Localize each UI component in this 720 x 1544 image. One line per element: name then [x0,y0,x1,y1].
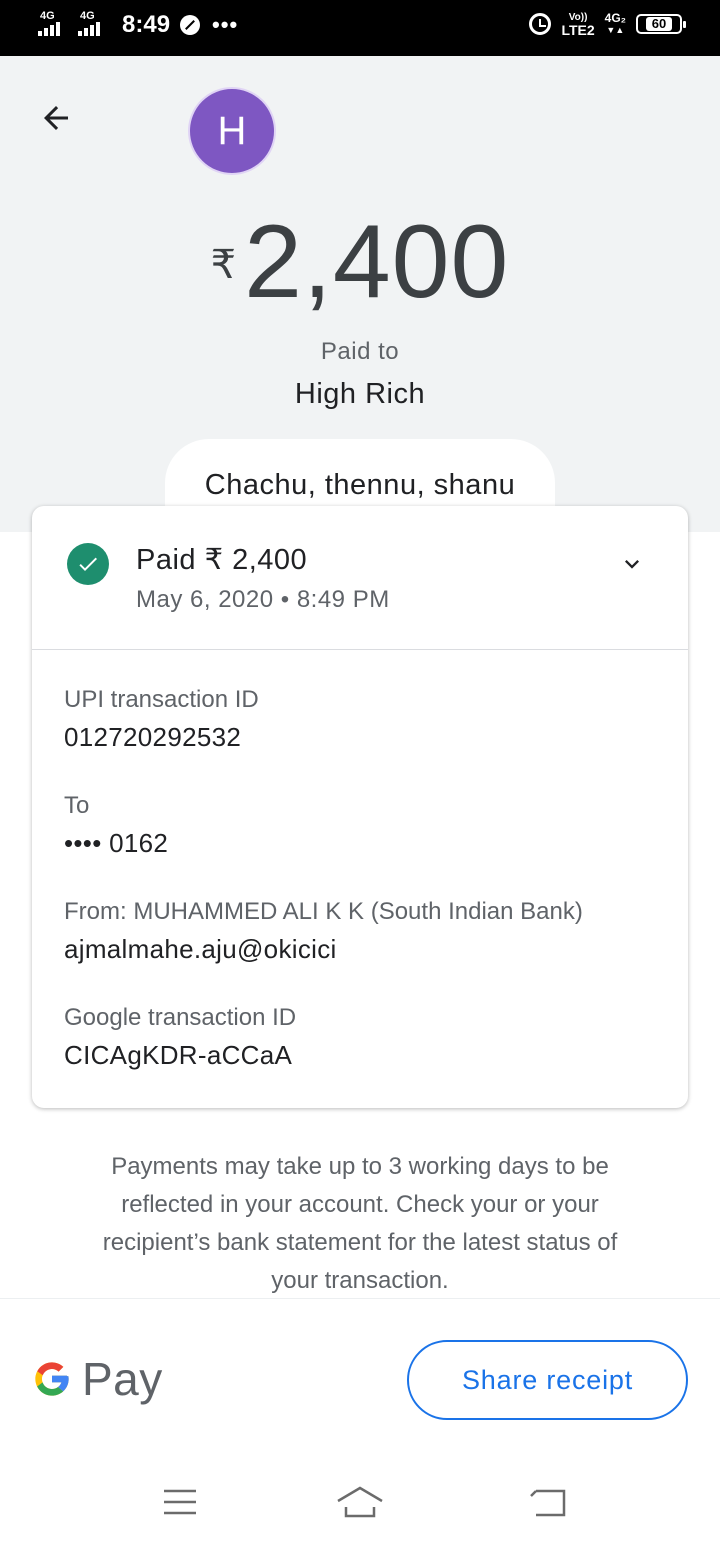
field-label: Google transaction ID [64,1004,297,1031]
field-value[interactable]: 012720292532 [64,722,259,752]
back-button[interactable] [30,92,82,144]
to-account: To •••• 0162 [64,792,168,858]
amount-value: 2,400 [244,204,510,320]
check-circle-icon [67,543,109,585]
upi-transaction-id: UPI transaction ID 012720292532 [64,686,259,752]
menu-icon[interactable] [154,1480,206,1524]
signal-sim1-icon: 4G [38,10,72,40]
currency-symbol: ₹ [210,243,237,287]
transaction-details-card: Paid ₹ 2,400 May 6, 2020 • 8:49 PM UPI t… [32,506,688,1108]
disclaimer-text: Payments may take up to 3 working days t… [102,1153,618,1294]
arrow-left-icon [44,106,68,130]
return-icon[interactable] [522,1480,574,1524]
google-g-icon [35,1362,69,1396]
paid-to-label: Paid to [320,338,400,365]
transaction-datetime: May 6, 2020 • 8:49 PM [136,586,390,613]
gpay-wordmark: Pay [82,1353,163,1405]
avatar: H [188,87,276,175]
chevron-down-icon[interactable] [618,550,646,578]
from-account: From: MUHAMMED ALI K K (South Indian Ban… [64,898,583,964]
status-bar: 4G 4G 8:49 ••• Vo)) LTE2 4G₂ ▼▲ 60 [0,0,720,56]
home-icon[interactable] [334,1480,386,1524]
avatar-initial: H [217,108,247,153]
leaf-icon [180,15,201,35]
alarm-icon [529,13,552,35]
field-value: •••• 0162 [64,828,169,858]
field-value: ajmalmahe.aju@okicici [64,934,337,964]
signal-sim2-icon: 4G [78,10,112,40]
status-time: 8:49 [122,11,171,38]
data-network-indicator: 4G₂ ▼▲ [604,11,626,35]
field-value[interactable]: CICAgKDR-aCCaA [64,1040,296,1070]
field-label: From: MUHAMMED ALI K K (South Indian Ban… [64,898,583,925]
share-receipt-button[interactable]: Share receipt [407,1340,688,1420]
sim2-network-label: 4G [80,10,95,22]
system-navigation-bar [0,1460,720,1544]
more-notifications-icon: ••• [212,12,239,37]
paid-status: Paid ₹ 2,400 [136,544,308,576]
payee-name: High Rich [294,378,426,410]
sim1-network-label: 4G [40,10,55,22]
volte-indicator: Vo)) LTE2 [561,12,595,38]
field-label: UPI transaction ID [64,686,259,713]
payment-header: H ₹ 2,400 Paid to High Rich Chachu, then… [0,56,720,549]
battery-icon: 60 [636,14,686,34]
google-pay-logo: Pay [32,1352,163,1406]
transaction-status-header[interactable]: Paid ₹ 2,400 May 6, 2020 • 8:49 PM [32,506,688,650]
field-label: To [64,792,90,819]
amount-display: ₹ 2,400 [0,206,720,318]
battery-level: 60 [645,17,673,31]
footer-divider [0,1298,720,1299]
google-transaction-id: Google transaction ID CICAgKDR-aCCaA [64,1004,296,1070]
